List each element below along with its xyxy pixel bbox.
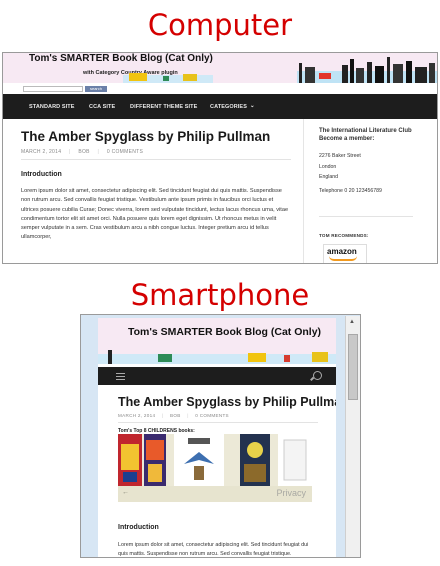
article-author[interactable]: BOB [170,413,181,418]
divider [118,422,318,423]
amazon-wordmark: amazon [327,247,357,256]
article-date[interactable]: MARCH 2, 2014 [21,149,61,155]
smartphone-screenshot: Tom's SMARTER Book Blog (Cat Only) with … [80,314,361,558]
sidebar-divider [319,216,413,217]
search-button[interactable]: search [85,86,107,92]
bus-illustration [98,350,336,364]
smartphone-heading: Smartphone [130,278,310,312]
sidebar-divider [303,119,304,263]
article-comments-link[interactable]: 0 COMMENTS [195,413,229,418]
book-cover[interactable] [240,434,270,486]
site-title[interactable]: Tom's SMARTER Book Blog (Cat Only) [128,326,328,338]
article-body: Lorem ipsum dolor sit amet, consectetur … [21,188,289,241]
privacy-link[interactable]: Privacy [276,488,306,498]
sidebar-address-line: London [319,164,337,170]
intro-heading: Introduction [21,171,62,178]
book-cover[interactable] [174,434,224,486]
scrollbar-thumb[interactable] [348,334,358,400]
mobile-navigation [98,367,336,385]
article-body: Lorem ipsum dolor sit amet, consectetur … [118,542,309,557]
book-cover[interactable] [144,434,166,486]
article-meta: MARCH 2, 2014 | BOB | 0 COMMENTS [118,413,229,418]
nav-cca-site[interactable]: CCA SITE [89,104,115,110]
book-cover[interactable] [278,434,312,486]
article-comments-link[interactable]: 0 COMMENTS [107,149,143,155]
search-input[interactable] [23,86,83,92]
intro-heading: Introduction [118,524,159,531]
sidebar-address-line: 2276 Baker Street [319,153,361,159]
sidebar-heading: The International Literature Club Become… [319,128,412,142]
sidebar-address-line: England [319,174,339,180]
site-banner: Tom's SMARTER Book Blog (Cat Only) with … [98,318,336,364]
phone-page: Tom's SMARTER Book Blog (Cat Only) with … [98,318,336,557]
skyline-illustration [297,57,437,83]
chevron-left-icon[interactable]: ← [122,489,129,496]
search-icon[interactable] [313,371,322,380]
scrollbar[interactable]: ▲ [345,316,360,557]
nav-different-theme-site[interactable]: DIFFERENT THEME SITE [130,104,197,110]
chevron-down-icon[interactable]: ⌄ [250,103,255,109]
site-banner: Tom's SMARTER Book Blog (Cat Only) with … [3,53,437,83]
article-title[interactable]: The Amber Spyglass by Philip Pullman [118,395,336,409]
book-cover[interactable] [118,434,142,486]
sidebar-telephone: Telephone 0 20 123456789 [319,188,382,194]
site-title[interactable]: Tom's SMARTER Book Blog (Cat Only) [29,53,213,64]
article-date[interactable]: MARCH 2, 2014 [118,413,155,418]
divider [21,159,291,160]
article-title[interactable]: The Amber Spyglass by Philip Pullman [21,129,270,144]
book-carousel[interactable]: ← Privacy [118,434,312,502]
scroll-up-arrow-icon[interactable]: ▲ [349,319,355,325]
sidebar-recommends-heading: TOM RECOMMENDS: [319,233,369,238]
article-author[interactable]: BOB [78,149,89,155]
main-navigation: STANDARD SITE CCA SITE DIFFERENT THEME S… [3,94,437,119]
computer-heading: Computer [147,8,293,42]
nav-standard-site[interactable]: STANDARD SITE [29,104,75,110]
bus-illustration [123,73,213,83]
amazon-logo[interactable]: amazon [323,244,367,263]
amazon-smile-icon [329,256,357,261]
nav-categories[interactable]: CATEGORIES [210,104,247,110]
hamburger-menu-icon[interactable] [116,373,125,380]
desktop-screenshot: Tom's SMARTER Book Blog (Cat Only) with … [2,52,438,264]
article-meta: MARCH 2, 2014 | BOB | 0 COMMENTS [21,149,144,155]
